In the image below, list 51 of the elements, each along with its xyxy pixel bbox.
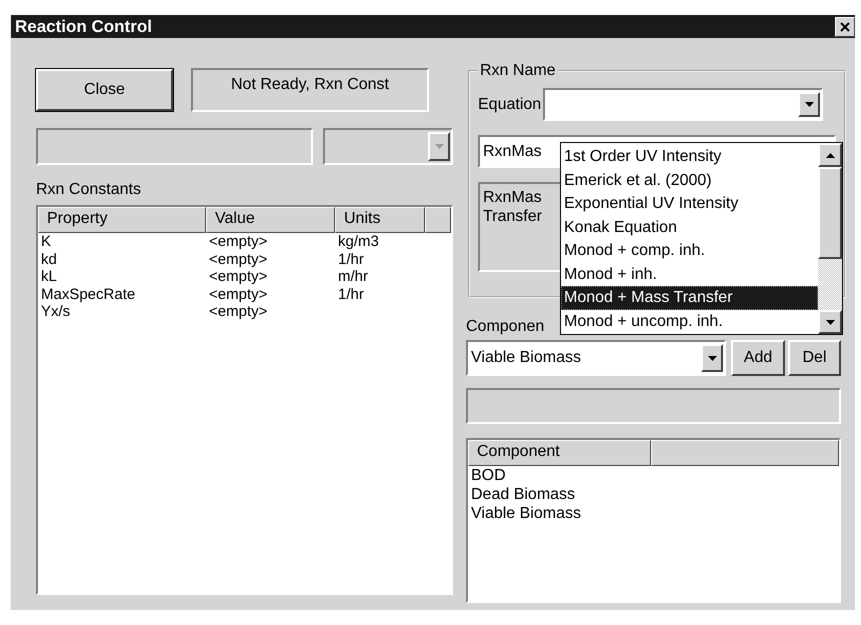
section-label: Rxn Constants — [36, 181, 142, 199]
delete-button[interactable]: Del — [788, 340, 841, 376]
text-field[interactable] — [36, 128, 313, 165]
column-header[interactable]: Component — [468, 440, 651, 466]
table-cell-text: BOD — [470, 466, 506, 485]
dropdown-arrow-icon — [804, 102, 814, 107]
table-cell-text: Dead Biomass — [470, 485, 576, 504]
component-combo[interactable]: Viable Biomass — [466, 340, 726, 376]
window-title: Reaction Control — [15, 16, 152, 36]
column-header[interactable] — [425, 207, 451, 233]
table-cell: <empty> — [209, 303, 268, 320]
close-button[interactable]: Close — [36, 69, 173, 111]
table-cell: kL — [41, 268, 57, 285]
dropdown-item[interactable]: Konak Equation — [561, 216, 818, 239]
field-label: Componen — [466, 318, 544, 336]
dropdown-arrow-icon — [434, 144, 444, 149]
table-cell: 1/hr — [338, 250, 364, 268]
table-cell: m/hr — [338, 268, 368, 285]
scroll-thumb[interactable] — [818, 167, 842, 259]
field-label: Equation — [478, 96, 542, 114]
column-header[interactable]: Property — [38, 207, 206, 233]
status-text: Not Ready, Rxn Const — [191, 68, 429, 112]
table-cell-text: Viable Biomass — [470, 504, 581, 523]
add-button[interactable]: Add — [731, 340, 785, 376]
table-cell: MaxSpecRate — [41, 286, 136, 302]
group-title: Rxn Name — [479, 62, 557, 80]
scroll-up-icon — [826, 152, 834, 158]
scroll-down-button[interactable] — [818, 310, 842, 334]
table-cell: kd — [41, 250, 57, 268]
table-cell: <empty> — [209, 233, 268, 250]
dropdown-item[interactable]: 1st Order UV Intensity — [561, 145, 818, 168]
dropdown-item[interactable]: Monod + Mass Transfer — [561, 286, 818, 310]
equation-combo[interactable] — [543, 88, 824, 121]
scroll-up-button[interactable] — [818, 143, 842, 167]
column-header[interactable]: Units — [335, 207, 425, 233]
table-cell: <empty> — [209, 250, 268, 268]
column-header[interactable] — [651, 440, 839, 466]
table-cell: Yx/s — [41, 303, 70, 320]
dropdown-item[interactable]: Exponential UV Intensity — [561, 192, 818, 216]
table-cell: <empty> — [209, 286, 268, 302]
close-icon[interactable] — [835, 16, 855, 36]
table-cell: <empty> — [209, 268, 268, 285]
dropdown-arrow-icon — [826, 320, 834, 324]
table-cell: K — [41, 233, 52, 250]
table-cell: 1/hr — [338, 286, 364, 302]
text-field[interactable] — [466, 388, 841, 424]
table-cell: kg/m3 — [338, 233, 379, 250]
dropdown-arrow-icon — [708, 356, 716, 360]
dropdown-item[interactable]: Monod + uncomp. inh. — [561, 310, 818, 333]
column-header[interactable]: Value — [206, 207, 335, 233]
dropdown-item[interactable]: Monod + comp. inh. — [561, 239, 818, 262]
